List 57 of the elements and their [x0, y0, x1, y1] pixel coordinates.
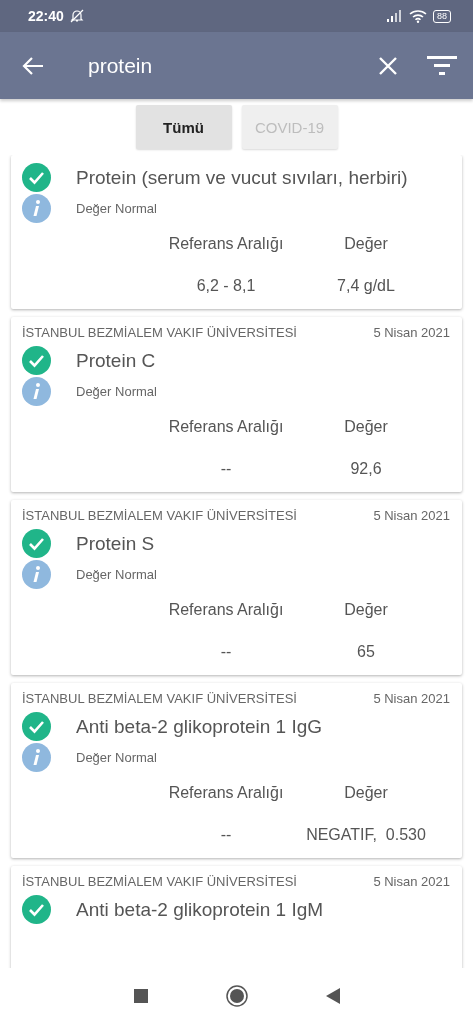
institution-name: İSTANBUL BEZMİALEM VAKIF ÜNİVERSİTESİ — [22, 325, 297, 340]
search-field[interactable]: protein — [88, 50, 379, 81]
column-header: Değer — [344, 784, 388, 802]
result-card[interactable]: Protein (serum ve vucut sıvıları, herbiri) Değer Normal Referans Aralığı Değer 6,2 - 8,1 7,4 g/dL — [11, 155, 462, 309]
reference-range: -- — [220, 643, 232, 661]
result-status: Değer Normal — [76, 201, 157, 216]
back-icon[interactable] — [325, 988, 340, 1004]
result-card[interactable]: İSTANBUL BEZMİALEM VAKIF ÜNİVERSİTESİ 5 Nisan 2021 Protein S Değer Normal Referans Aralığı Değer -- 65 — [11, 500, 462, 675]
result-card[interactable]: İSTANBUL BEZMİALEM VAKIF ÜNİVERSİTESİ 5 Nisan 2021 Anti beta-2 glikoprotein 1 IgG Değer Normal Referans Aralığı Değer -- NEGATIF, 0.530 — [11, 683, 462, 858]
column-header: Referans Aralığı — [168, 784, 284, 802]
battery-level: 88 — [433, 9, 451, 23]
test-name: Protein C — [76, 349, 156, 372]
recents-icon[interactable] — [133, 989, 148, 1003]
result-value: 92,6 — [350, 460, 382, 478]
search-bar[interactable]: protein — [0, 32, 473, 99]
test-name: Protein (serum ve vucut sıvıları, herbiri) — [76, 166, 408, 189]
reference-range: -- — [220, 460, 232, 478]
test-name: Protein S — [76, 532, 155, 555]
column-header: Referans Aralığı — [168, 601, 284, 619]
column-header: Değer — [344, 601, 388, 619]
home-icon[interactable] — [225, 985, 248, 1007]
check-icon — [22, 529, 51, 558]
back-button[interactable] — [22, 56, 44, 75]
reference-range: 6,2 - 8,1 — [196, 277, 256, 295]
result-date: 5 Nisan 2021 — [373, 508, 450, 523]
institution-name: İSTANBUL BEZMİALEM VAKIF ÜNİVERSİTESİ — [22, 691, 297, 706]
bell-off-icon — [69, 9, 84, 23]
result-date: 5 Nisan 2021 — [373, 691, 450, 706]
column-header: Referans Aralığı — [168, 418, 284, 436]
signal-icon — [387, 10, 403, 22]
reference-range: -- — [220, 826, 232, 844]
result-status: Değer Normal — [76, 567, 157, 582]
clock: 22:40 — [28, 8, 64, 24]
result-value: 65 — [357, 643, 375, 661]
result-date: 5 Nisan 2021 — [373, 874, 450, 889]
column-header: Referans Aralığı — [168, 235, 284, 253]
result-card[interactable]: İSTANBUL BEZMİALEM VAKIF ÜNİVERSİTESİ 5 Nisan 2021 Anti beta-2 glikoprotein 1 IgM — [11, 866, 462, 968]
check-icon — [22, 895, 51, 924]
result-status: Değer Normal — [76, 750, 157, 765]
close-button[interactable] — [379, 56, 397, 75]
result-date: 5 Nisan 2021 — [373, 325, 450, 340]
institution-name: İSTANBUL BEZMİALEM VAKIF ÜNİVERSİTESİ — [22, 508, 297, 523]
result-value: NEGATIF, 0.530 — [306, 826, 426, 844]
check-icon — [22, 712, 51, 741]
test-name: Anti beta-2 glikoprotein 1 IgM — [76, 898, 324, 921]
filter-tab[interactable]: Tümü — [135, 105, 232, 149]
result-status: Değer Normal — [76, 384, 157, 399]
column-header: Değer — [344, 235, 388, 253]
check-icon — [22, 346, 51, 375]
institution-name: İSTANBUL BEZMİALEM VAKIF ÜNİVERSİTESİ — [22, 874, 297, 889]
column-header: Değer — [344, 418, 388, 436]
result-value: 7,4 g/dL — [337, 277, 395, 295]
result-card[interactable]: İSTANBUL BEZMİALEM VAKIF ÜNİVERSİTESİ 5 Nisan 2021 Protein C Değer Normal Referans Aralığı Değer -- 92,6 — [11, 317, 462, 492]
test-name: Anti beta-2 glikoprotein 1 IgG — [76, 715, 323, 738]
check-icon — [22, 163, 51, 192]
filter-button[interactable] — [427, 55, 457, 76]
wifi-icon — [409, 9, 427, 23]
